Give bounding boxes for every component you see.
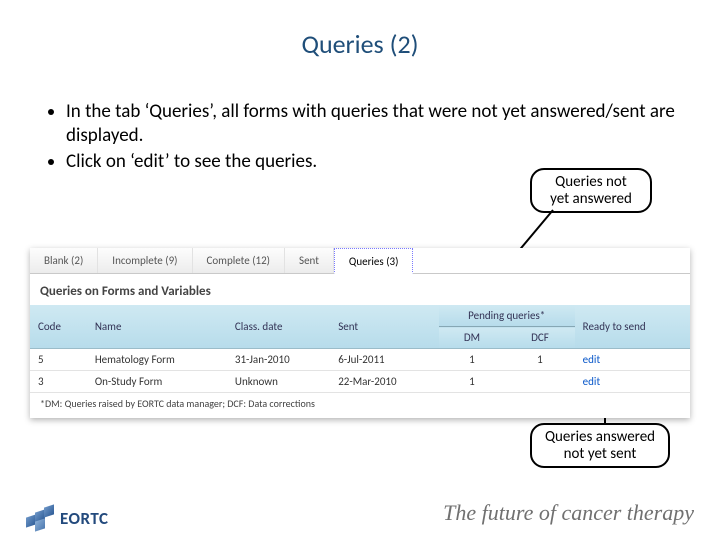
tab-complete[interactable]: Complete (12): [193, 248, 286, 273]
screenshot-panel: Blank (2) Incomplete (9) Complete (12) S…: [30, 248, 690, 418]
cell-dcf: [505, 371, 575, 393]
logo-icon: [26, 506, 54, 530]
col-dcf: DCF: [505, 327, 575, 349]
section-heading: Queries on Forms and Variables: [30, 274, 690, 305]
cell-sent: 22-Mar-2010: [330, 371, 439, 393]
cell-classdate: Unknown: [227, 371, 330, 393]
tab-incomplete[interactable]: Incomplete (9): [98, 248, 192, 273]
col-dm: DM: [439, 327, 505, 349]
edit-link[interactable]: edit: [575, 371, 690, 393]
bullet-list: In the tab ‘Queries’, all forms with que…: [44, 100, 676, 173]
brand-text: EORTC: [60, 508, 108, 529]
queries-table: Code Name Class. date Sent Pending queri…: [30, 305, 690, 393]
tagline: The future of cancer therapy: [443, 500, 694, 526]
table-row: 5 Hematology Form 31-Jan-2010 6-Jul-2011…: [30, 349, 690, 371]
table-footnote: *DM: Queries raised by EORTC data manage…: [30, 393, 690, 418]
tab-bar: Blank (2) Incomplete (9) Complete (12) S…: [30, 248, 690, 274]
cell-name: Hematology Form: [87, 349, 227, 371]
callout-text: Queries not: [538, 174, 644, 191]
col-sent: Sent: [330, 305, 439, 349]
tab-queries[interactable]: Queries (3): [334, 248, 414, 274]
bullet-item: In the tab ‘Queries’, all forms with que…: [66, 100, 676, 148]
tab-sent[interactable]: Sent: [285, 248, 334, 273]
cell-code: 3: [30, 371, 87, 393]
cell-dm: 1: [439, 349, 505, 371]
col-pending: Pending queries*: [439, 305, 575, 327]
table-row: 3 On-Study Form Unknown 22-Mar-2010 1 ed…: [30, 371, 690, 393]
cell-dcf: 1: [505, 349, 575, 371]
cell-name: On-Study Form: [87, 371, 227, 393]
cell-code: 5: [30, 349, 87, 371]
col-code: Code: [30, 305, 87, 349]
col-classdate: Class. date: [227, 305, 330, 349]
col-ready: Ready to send: [575, 305, 690, 349]
col-name: Name: [87, 305, 227, 349]
cell-dm: 1: [439, 371, 505, 393]
cell-classdate: 31-Jan-2010: [227, 349, 330, 371]
callout-text: yet answered: [538, 191, 644, 208]
callout-queries-not-sent: Queries answered not yet sent: [530, 423, 670, 468]
edit-link[interactable]: edit: [575, 349, 690, 371]
slide-title: Queries (2): [0, 28, 720, 60]
tab-blank[interactable]: Blank (2): [30, 248, 98, 273]
footer-logo: EORTC: [26, 506, 108, 530]
cell-sent: 6-Jul-2011: [330, 349, 439, 371]
callout-text: not yet sent: [538, 446, 662, 463]
callout-text: Queries answered: [538, 429, 662, 446]
callout-queries-not-answered: Queries not yet answered: [530, 168, 652, 213]
